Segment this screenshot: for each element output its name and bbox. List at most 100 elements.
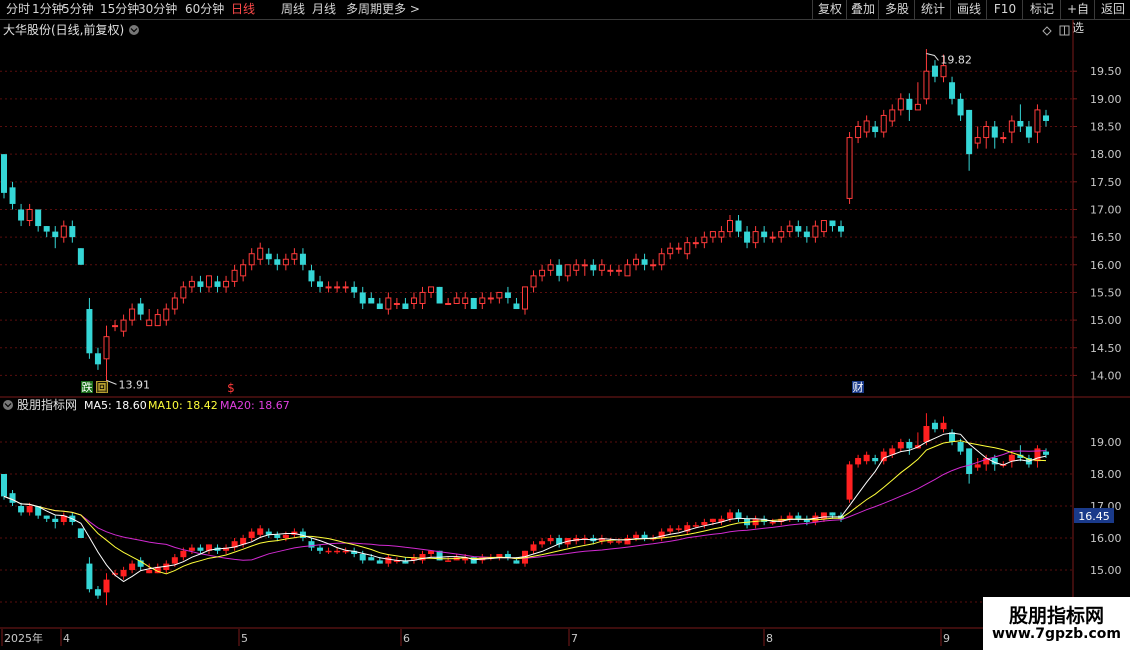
sub-candle-body (180, 550, 187, 558)
candle-body-down (1017, 120, 1024, 127)
sub-candle-body (633, 534, 640, 538)
sub-candle-body (957, 442, 964, 452)
sub-candle-body (880, 451, 887, 462)
sub-candle-body (325, 550, 332, 553)
sub-candle-body (385, 557, 392, 564)
candle-body-up (914, 103, 921, 111)
candle-body-down (513, 303, 520, 310)
sub-candle-body (607, 541, 614, 543)
candle-body-down (9, 187, 16, 204)
candle-body-up (752, 231, 759, 244)
candle-body-up (120, 319, 127, 332)
candle-body-up (410, 297, 417, 304)
candle-body-up (684, 242, 691, 255)
candle-body-down (641, 259, 648, 265)
candle-body-down (470, 297, 477, 310)
ma20-label: MA20: 18.67 (220, 399, 290, 412)
candle-body-down (77, 248, 84, 265)
sub-candle-body (368, 557, 375, 561)
sub-candle-body (1, 474, 7, 497)
sub-candle-body (795, 515, 802, 519)
sub-candle-body (342, 550, 349, 553)
candle-body-up (778, 231, 785, 238)
time-label: 7 (571, 632, 578, 645)
candle-body-up (650, 264, 657, 267)
candle-body-down (436, 286, 443, 304)
sub-candle-body (829, 512, 836, 516)
price-tick-label: 16.50 (1090, 231, 1122, 244)
price-tick-label: 15.00 (1090, 314, 1122, 327)
sub-candle-body (376, 560, 383, 564)
candle-body-up (983, 126, 990, 139)
candle-body-up (701, 236, 708, 244)
sub-candle-body (624, 538, 631, 545)
candle-body-up (205, 275, 212, 288)
sub-candle-body (846, 464, 853, 500)
candle-body-down (931, 65, 938, 77)
candle-body-down (18, 209, 25, 221)
candle-body-down (1025, 126, 1032, 138)
price-tick-label: 18.50 (1090, 121, 1122, 134)
sub-candle-body (641, 534, 648, 538)
chart-overlay: 大华股份(日线,前复权) 19.82 13.91 跌回 $ 财股朋指标网 MA5: 18.6… (1, 22, 1114, 646)
candle-body-down (52, 231, 59, 238)
sub-candle-body (26, 506, 33, 513)
candle-body-up (282, 258, 289, 266)
candle-body-down (504, 292, 511, 298)
price-tick-label: 19.50 (1090, 65, 1122, 78)
sub-candle-body (282, 534, 289, 538)
candle-body-down (1043, 115, 1049, 121)
candle-body-down (829, 220, 836, 227)
candle-body-down (69, 226, 76, 238)
indicator-chevron-icon[interactable] (3, 400, 13, 410)
candle-body-up (667, 247, 674, 255)
watermark-title: 股朋指标网 (1008, 605, 1104, 627)
ma10-label: MA10: 18.42 (148, 399, 218, 412)
candle-body-up (863, 120, 870, 133)
sub-candle-body (445, 560, 452, 562)
candle-body-up (846, 137, 853, 199)
sub-candle-body (1043, 451, 1049, 455)
candle-body-up (479, 297, 486, 304)
candle-body-down (991, 126, 998, 138)
chevron-down-icon[interactable] (129, 25, 139, 35)
candle-body-up (573, 264, 580, 271)
sub-candle-body (171, 557, 178, 564)
high-pointer (926, 53, 939, 61)
sub-candle-body (615, 541, 622, 543)
marker-cai: 财 (853, 380, 864, 394)
candle-body-up (385, 297, 392, 310)
diamond-icon[interactable] (1042, 26, 1052, 36)
candle-body-down (949, 82, 956, 99)
candle-body-up (769, 236, 776, 239)
sub-candle-body (906, 442, 913, 449)
marker-hui: 回 (97, 381, 108, 394)
candle-body-up (223, 280, 230, 288)
candle-body-down (966, 109, 973, 155)
ma20-line (3, 450, 1047, 561)
candle-body-down (795, 226, 802, 232)
candle-body-up (547, 264, 554, 271)
candle-body-down (803, 231, 810, 238)
candle-body-up (146, 319, 153, 327)
indicator-name: 股朋指标网 (17, 397, 77, 412)
candle-body-down (590, 264, 597, 271)
sub-candle-body (1008, 454, 1015, 462)
sub-candle-body (923, 426, 930, 442)
candle-body-down (872, 126, 879, 133)
sub-candle-body (786, 515, 793, 519)
sub-tick-label: 18.00 (1090, 468, 1122, 481)
candle-body-up (974, 137, 981, 144)
candle-body-up (453, 297, 460, 304)
candle-body-down (376, 303, 383, 310)
candle-body-up (248, 253, 255, 266)
candle-body-up (820, 220, 827, 233)
sub-tick-label: 16.00 (1090, 532, 1122, 545)
candle-body-up (522, 286, 528, 310)
candle-body-up (325, 286, 332, 289)
sub-candle-body (77, 528, 84, 538)
sub-candle-body (120, 570, 127, 577)
sub-candle-body (18, 506, 25, 513)
candle-body-up (923, 70, 930, 100)
candle-body-up (539, 269, 546, 277)
